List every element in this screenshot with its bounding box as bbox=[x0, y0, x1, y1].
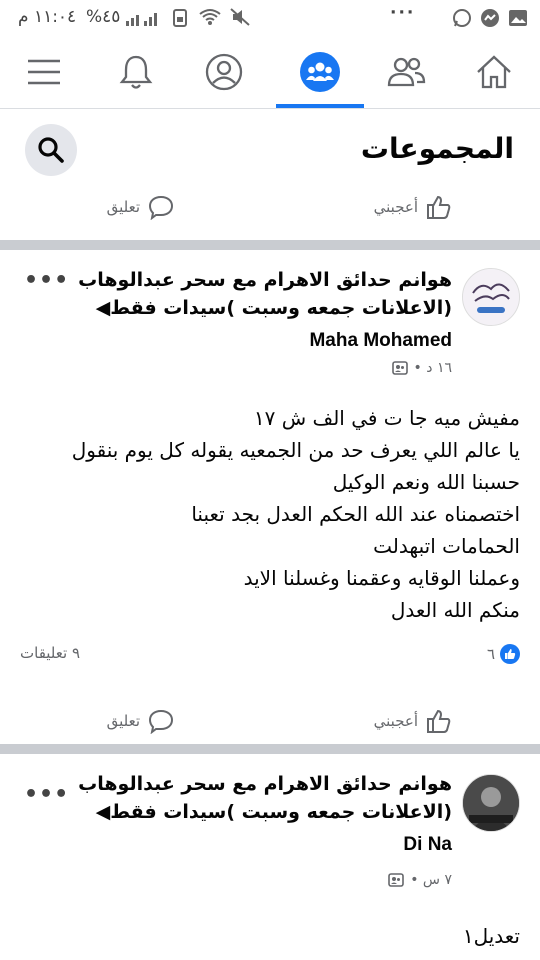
battery-percent: %٤٥ bbox=[86, 7, 121, 27]
active-tab-indicator bbox=[276, 104, 364, 108]
post-line: تعديل١ bbox=[462, 924, 520, 948]
post-body: مفيش ميه جا ت في الف ش ١٧ يا عالم اللي ي… bbox=[10, 402, 520, 626]
comment-button[interactable]: تعليق bbox=[107, 708, 174, 734]
comment-count[interactable]: ٩ تعليقات bbox=[20, 644, 80, 662]
group-privacy-icon bbox=[391, 361, 408, 375]
post-actions: أعجبني تعليق bbox=[0, 696, 540, 750]
more-options-icon[interactable]: ••• bbox=[24, 782, 69, 807]
author-name[interactable]: Di Na bbox=[403, 834, 452, 856]
post-line: يا عالم اللي يعرف حد من الجمعيه يقوله كل… bbox=[71, 438, 520, 462]
post-separator bbox=[0, 744, 540, 754]
like-button[interactable]: أعجبني bbox=[374, 708, 452, 734]
search-icon bbox=[38, 137, 64, 163]
like-badge-icon bbox=[500, 644, 520, 664]
post-line: حسبنا الله ونعم الوكيل bbox=[332, 470, 520, 494]
post-meta: ٧ س • bbox=[388, 872, 452, 888]
comment-icon bbox=[148, 709, 174, 734]
more-notifications-icon: ··· bbox=[390, 3, 416, 23]
comment-icon bbox=[148, 195, 174, 220]
comment-label: تعليق bbox=[106, 198, 140, 216]
group-name[interactable]: هوانم حدائق الاهرام مع سحر عبدالوهاب (ال… bbox=[32, 266, 452, 322]
mute-icon bbox=[230, 8, 250, 31]
post-line: وعملنا الوقايه وعقمنا وغسلنا الايد bbox=[243, 566, 520, 590]
post-time[interactable]: ١٦ د • bbox=[414, 360, 452, 376]
like-label: أعجبني bbox=[373, 198, 418, 216]
wifi-icon bbox=[198, 8, 222, 31]
home-icon[interactable] bbox=[472, 50, 516, 94]
post-line: اختصمناه عند الله الحكم العدل بجد تعبنا bbox=[191, 502, 520, 526]
like-count-value: ٦ bbox=[486, 645, 495, 663]
thumbs-up-icon bbox=[427, 195, 451, 219]
post-body: تعديل١ bbox=[10, 920, 520, 952]
friends-icon[interactable] bbox=[384, 50, 428, 94]
author-name[interactable]: Maha Mohamed bbox=[309, 330, 452, 352]
group-name[interactable]: هوانم حدائق الاهرام مع سحر عبدالوهاب (ال… bbox=[32, 770, 452, 826]
like-button[interactable]: أعجبني bbox=[374, 194, 452, 220]
sim-icon bbox=[172, 9, 188, 32]
post-separator bbox=[0, 240, 540, 250]
more-options-icon[interactable]: ••• bbox=[24, 268, 69, 293]
menu-icon[interactable] bbox=[22, 50, 66, 94]
comment-button[interactable]: تعليق bbox=[107, 194, 174, 220]
like-label: أعجبني bbox=[373, 712, 418, 730]
post-meta: ١٦ د • bbox=[391, 360, 452, 376]
post-card: هوانم حدائق الاهرام مع سحر عبدالوهاب (ال… bbox=[0, 754, 540, 960]
signal-icon bbox=[124, 9, 160, 32]
status-time: ١١:٠٤ م bbox=[18, 7, 77, 27]
reaction-summary: ٦ ٩ تعليقات bbox=[0, 640, 540, 670]
group-privacy-icon bbox=[388, 873, 405, 887]
gallery-icon bbox=[508, 8, 528, 33]
profile-icon[interactable] bbox=[202, 50, 246, 94]
groups-icon[interactable] bbox=[298, 50, 342, 94]
post-line: الحمامات اتبهدلت bbox=[373, 534, 520, 558]
post-time[interactable]: ٧ س • bbox=[410, 872, 452, 888]
top-navigation bbox=[0, 36, 540, 109]
avatar[interactable] bbox=[462, 774, 520, 832]
notifications-bell-icon[interactable] bbox=[114, 50, 158, 94]
search-button[interactable] bbox=[25, 124, 77, 176]
thumbs-up-icon bbox=[427, 709, 451, 733]
messenger-icon bbox=[480, 8, 500, 33]
groups-header: المجموعات bbox=[0, 110, 540, 186]
status-bar: ١١:٠٤ م %٤٥ ··· bbox=[0, 0, 540, 36]
post-line: منكم الله العدل bbox=[390, 598, 520, 622]
avatar[interactable] bbox=[462, 268, 520, 326]
comment-label: تعليق bbox=[106, 712, 140, 730]
like-count[interactable]: ٦ bbox=[487, 644, 520, 664]
post-line: مفيش ميه جا ت في الف ش ١٧ bbox=[253, 406, 520, 430]
whatsapp-icon bbox=[452, 8, 472, 33]
previous-post-actions: أعجبني تعليق bbox=[0, 182, 540, 236]
page-title: المجموعات bbox=[360, 132, 514, 165]
post-card: هوانم حدائق الاهرام مع سحر عبدالوهاب (ال… bbox=[0, 250, 540, 740]
